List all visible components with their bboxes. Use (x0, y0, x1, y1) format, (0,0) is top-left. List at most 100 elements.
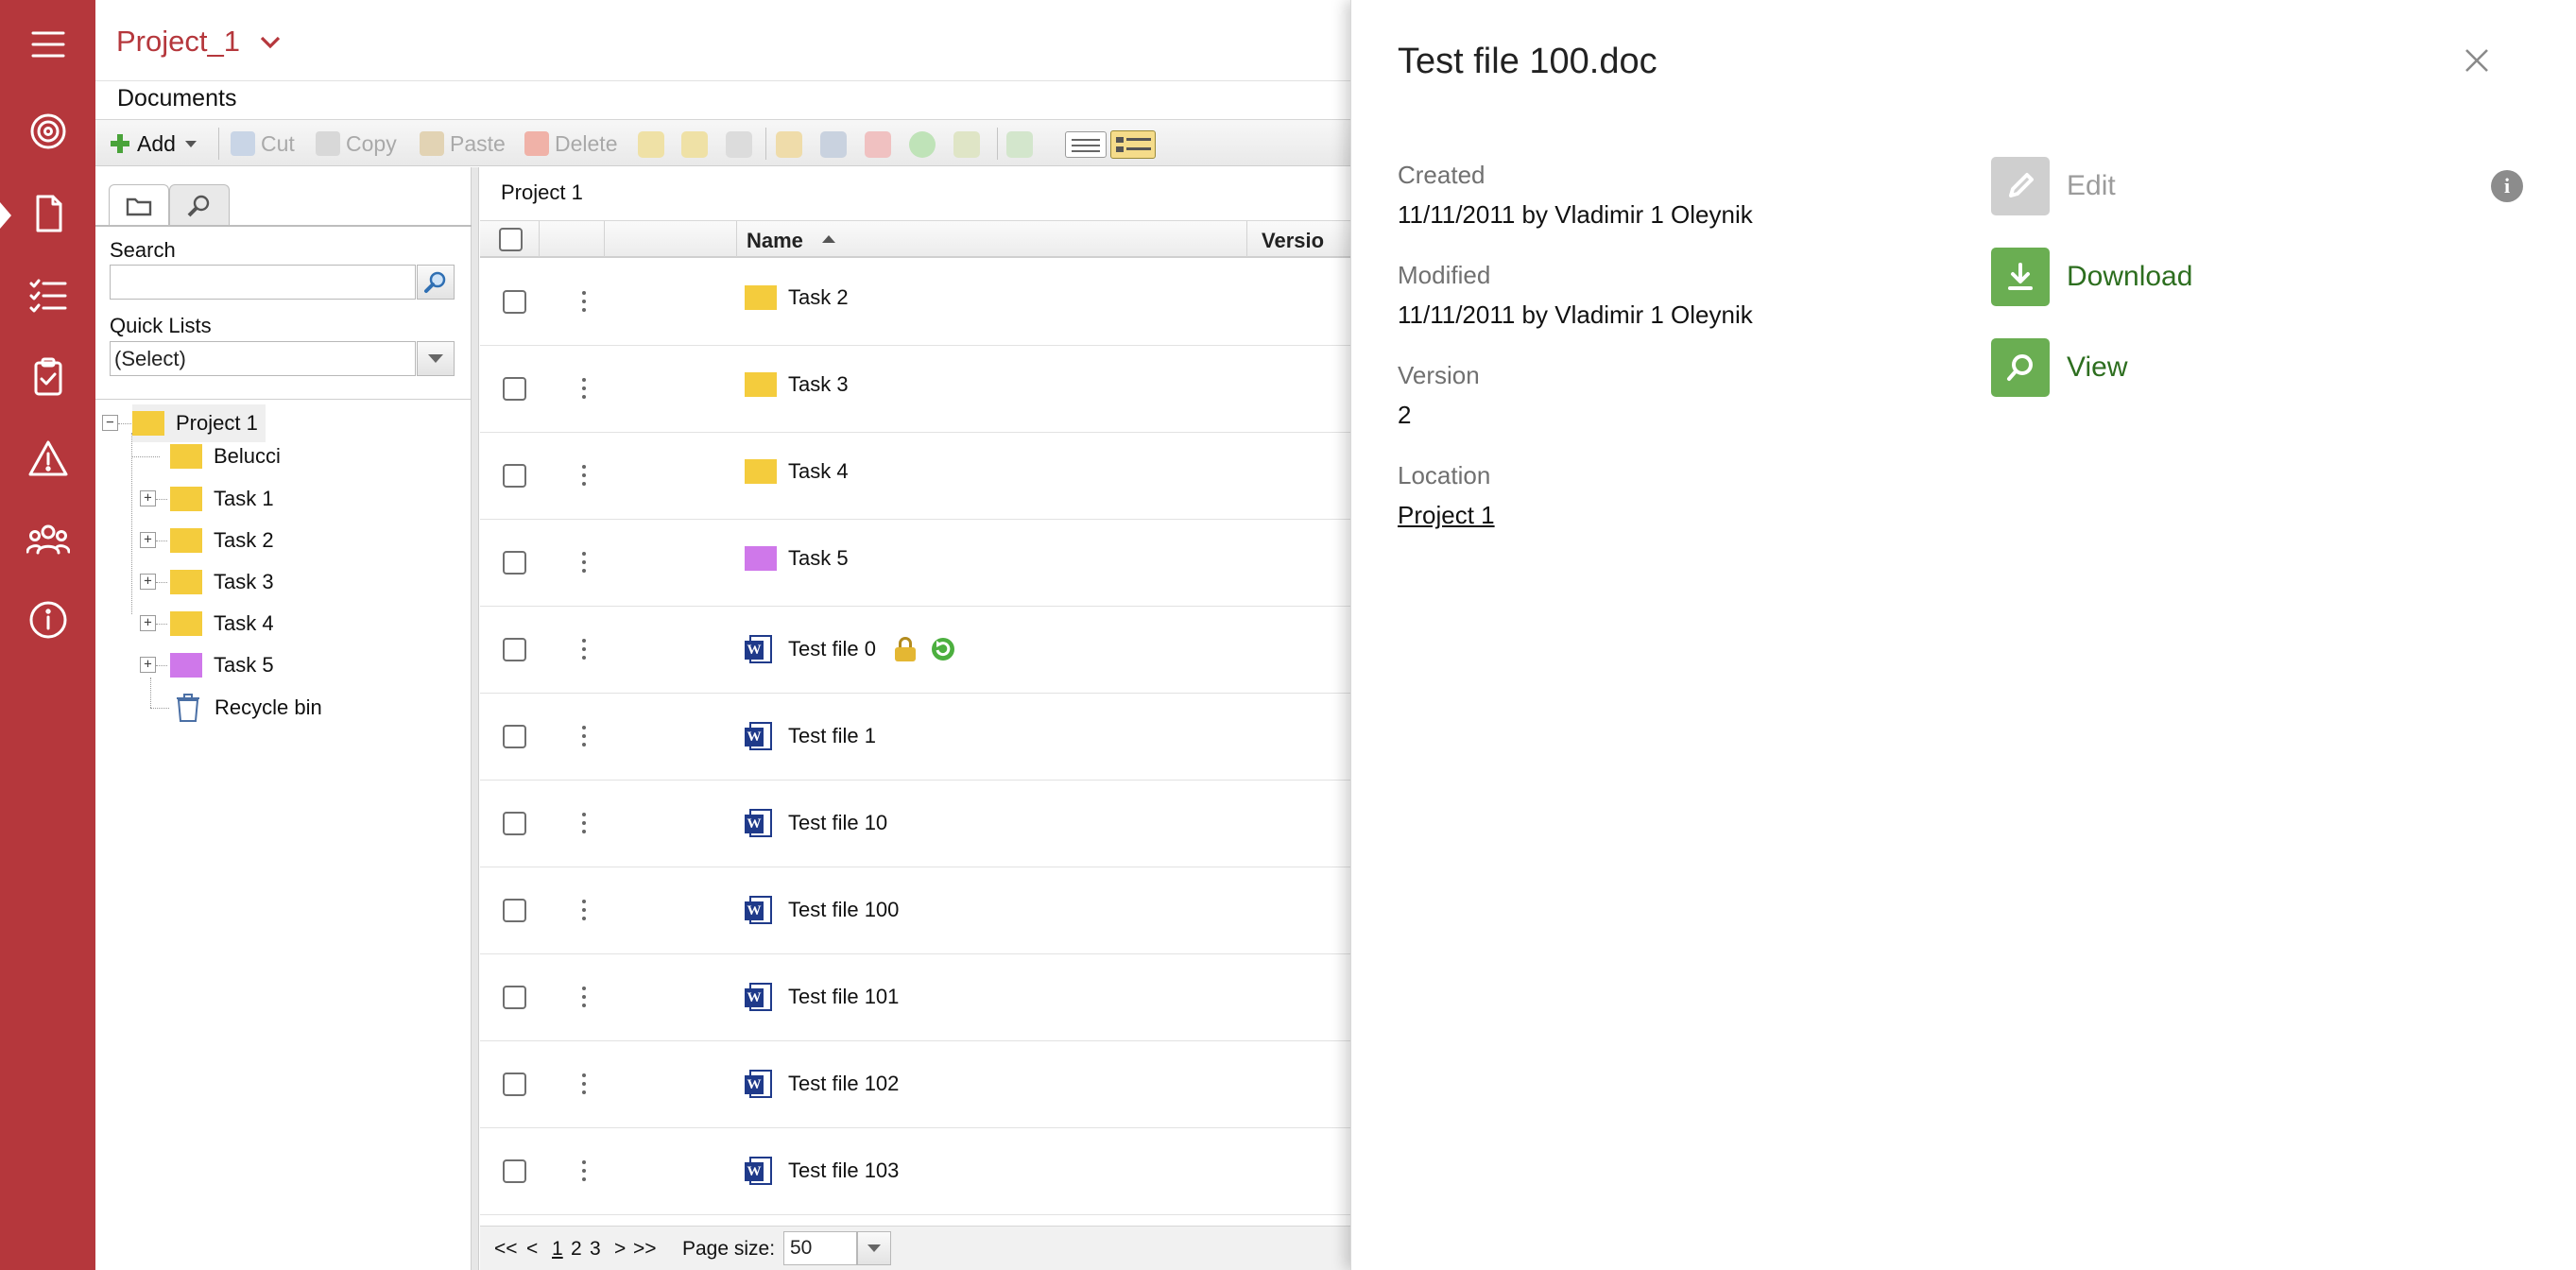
pdf-icon[interactable] (865, 131, 891, 158)
row-name-link[interactable]: W Test file 0 (745, 633, 957, 665)
table-row[interactable]: W Test file 100 (480, 867, 1350, 954)
search-input[interactable] (110, 265, 416, 300)
tree-item-task-1[interactable]: Task 1 (170, 480, 274, 518)
table-row[interactable]: W Test file 103 (480, 1128, 1350, 1215)
page-size-select[interactable]: 50 (783, 1231, 857, 1265)
download-action[interactable]: Download (1991, 248, 2192, 306)
copy-button[interactable]: Copy (316, 126, 397, 162)
row-name-link[interactable]: W Test file 101 (745, 981, 899, 1013)
tree-item-task-4[interactable]: Task 4 (170, 605, 274, 643)
row-checkbox[interactable] (503, 464, 526, 488)
export-icon[interactable] (776, 131, 802, 158)
row-checkbox[interactable] (503, 812, 526, 835)
table-row[interactable]: W Test file 0 (480, 607, 1350, 694)
tree-item-root[interactable]: Project 1 (132, 404, 266, 442)
table-row[interactable]: Task 2 (480, 259, 1350, 346)
chevron-down-icon[interactable] (417, 341, 455, 376)
edit-action[interactable]: Edit (1991, 157, 2116, 215)
image-icon[interactable] (820, 131, 847, 158)
tree-item-task-5[interactable]: Task 5 (170, 646, 274, 684)
row-name-link[interactable]: W Test file 100 (745, 894, 899, 926)
row-menu-icon[interactable] (574, 896, 594, 924)
approve-check-icon[interactable] (909, 131, 936, 158)
warning-icon[interactable] (0, 426, 95, 492)
select-all-checkbox[interactable] (499, 228, 523, 251)
row-name-link[interactable]: Task 4 (745, 459, 849, 484)
info-icon[interactable]: i (2491, 170, 2523, 202)
tab-folders[interactable] (109, 184, 169, 226)
page-2-button[interactable]: 2 (571, 1238, 582, 1261)
row-menu-icon[interactable] (574, 1157, 594, 1185)
row-checkbox[interactable] (503, 551, 526, 575)
clipboard-check-icon[interactable] (0, 344, 95, 410)
add-button[interactable]: Add (111, 126, 197, 162)
table-row[interactable]: W Test file 101 (480, 954, 1350, 1041)
table-row[interactable]: W Test file 1 (480, 694, 1350, 781)
detail-view-icon[interactable] (1110, 130, 1156, 159)
row-checkbox[interactable] (503, 290, 526, 314)
expand-toggle-icon[interactable]: + (140, 490, 156, 506)
table-row[interactable]: W Test file 102 (480, 1041, 1350, 1128)
tree-item-recycle-bin[interactable]: Recycle bin (175, 689, 322, 727)
last-page-button[interactable]: >> (633, 1238, 657, 1261)
paste-button[interactable]: Paste (420, 126, 506, 162)
row-name-link[interactable]: W Test file 102 (745, 1068, 899, 1100)
expand-toggle-icon[interactable]: + (140, 532, 156, 548)
chevron-down-icon[interactable] (256, 28, 284, 57)
prev-page-button[interactable]: < (526, 1238, 538, 1261)
first-page-button[interactable]: << (494, 1238, 518, 1261)
row-checkbox[interactable] (503, 986, 526, 1009)
expand-toggle-icon[interactable]: + (140, 657, 156, 673)
name-column-header[interactable]: Name (737, 221, 1247, 257)
edit-properties-icon[interactable] (726, 131, 752, 158)
unlock-icon[interactable] (681, 131, 708, 158)
search-button[interactable] (417, 265, 455, 300)
row-menu-icon[interactable] (574, 722, 594, 750)
table-row[interactable]: Task 5 (480, 520, 1350, 607)
view-action[interactable]: View (1991, 338, 2127, 397)
row-name-link[interactable]: W Test file 10 (745, 807, 887, 839)
row-name-link[interactable]: W Test file 103 (745, 1155, 899, 1187)
people-icon[interactable] (0, 506, 95, 573)
tree-item-task-3[interactable]: Task 3 (170, 563, 274, 601)
location-link[interactable]: Project 1 (1398, 501, 1495, 530)
cut-button[interactable]: Cut (231, 126, 295, 162)
collapse-toggle-icon[interactable]: − (102, 415, 118, 431)
row-name-link[interactable]: W Test file 1 (745, 720, 876, 752)
table-row[interactable]: Task 4 (480, 433, 1350, 520)
row-checkbox[interactable] (503, 1159, 526, 1183)
expand-toggle-icon[interactable]: + (140, 574, 156, 590)
tree-item-belucci[interactable]: Belucci (170, 438, 281, 475)
row-checkbox[interactable] (503, 1073, 526, 1096)
quick-lists-select[interactable]: (Select) (110, 341, 416, 376)
page-3-button[interactable]: 3 (590, 1238, 601, 1261)
table-row[interactable]: W Test file 10 (480, 781, 1350, 867)
checklist-icon[interactable] (0, 263, 95, 329)
row-checkbox[interactable] (503, 377, 526, 401)
project-selector[interactable]: Project_1 (116, 25, 240, 59)
version-column-header[interactable]: Versio (1247, 221, 1350, 257)
info-icon[interactable] (0, 587, 95, 653)
close-icon[interactable] (2462, 45, 2492, 76)
delete-button[interactable]: Delete (524, 126, 617, 162)
table-row[interactable]: Task 3 (480, 346, 1350, 433)
row-menu-icon[interactable] (574, 461, 594, 489)
row-checkbox[interactable] (503, 899, 526, 922)
expand-toggle-icon[interactable]: + (140, 615, 156, 631)
row-menu-icon[interactable] (574, 809, 594, 837)
row-name-link[interactable]: Task 3 (745, 372, 849, 397)
next-page-button[interactable]: > (614, 1238, 626, 1261)
row-menu-icon[interactable] (574, 374, 594, 403)
chevron-down-icon[interactable] (857, 1231, 891, 1265)
page-1-button[interactable]: 1 (552, 1238, 563, 1261)
tab-search[interactable] (169, 184, 230, 226)
row-menu-icon[interactable] (574, 983, 594, 1011)
checkout-icon[interactable] (1006, 131, 1033, 158)
pane-splitter[interactable] (472, 167, 479, 1270)
row-checkbox[interactable] (503, 725, 526, 748)
lock-icon[interactable] (638, 131, 664, 158)
row-name-link[interactable]: Task 2 (745, 285, 849, 310)
row-menu-icon[interactable] (574, 1070, 594, 1098)
row-name-link[interactable]: Task 5 (745, 546, 849, 571)
row-checkbox[interactable] (503, 638, 526, 661)
